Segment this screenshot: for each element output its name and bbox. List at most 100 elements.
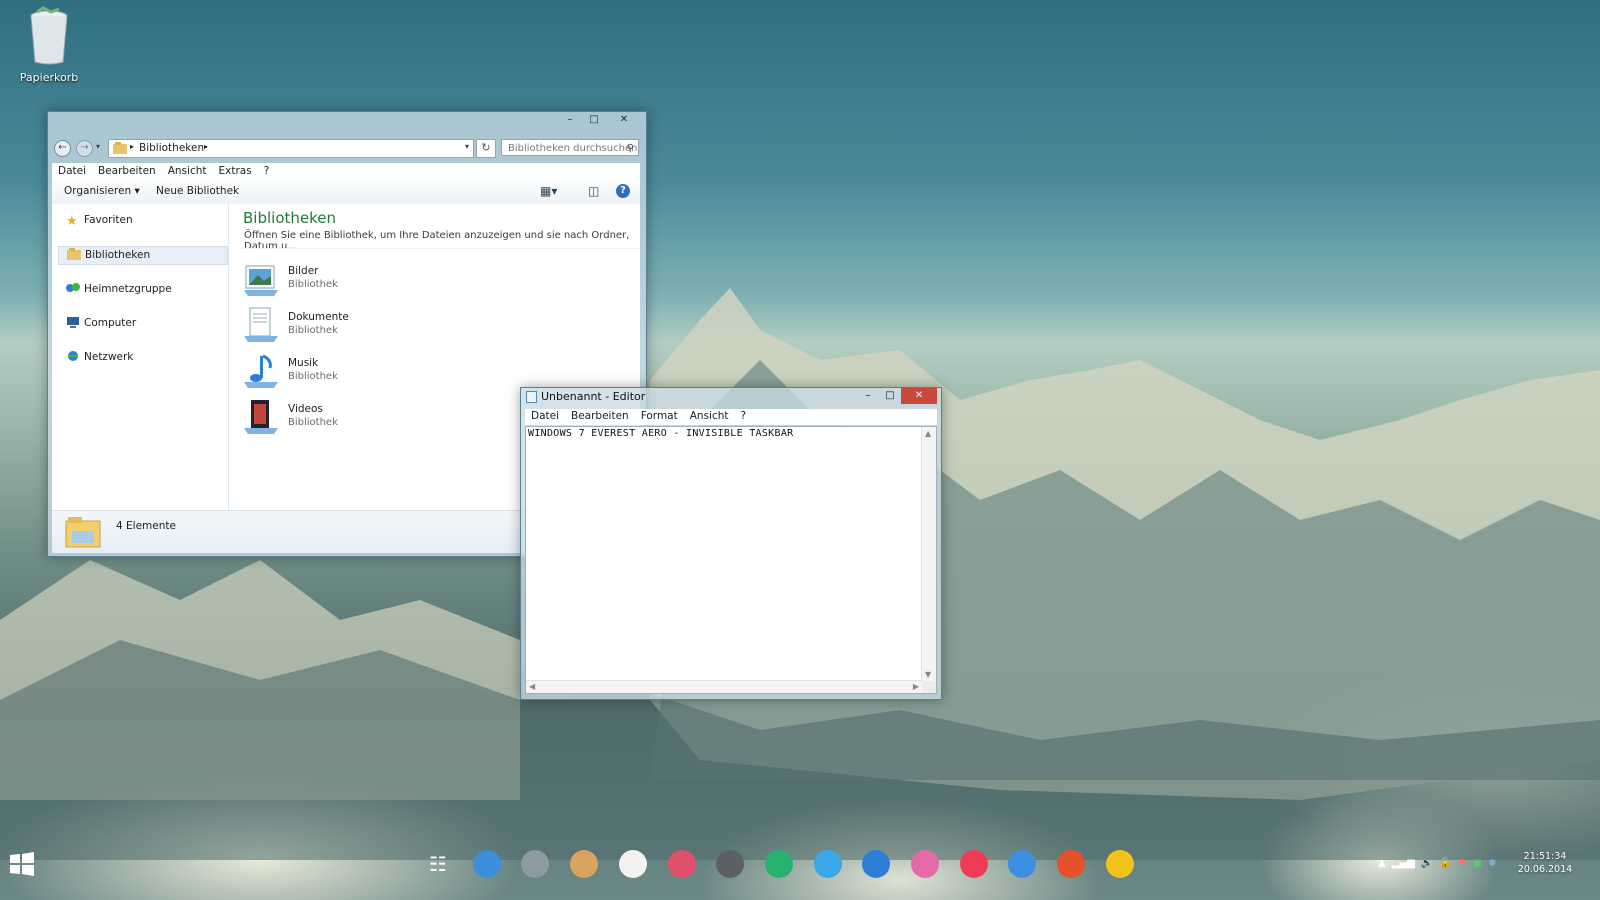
maximize-button[interactable]: □ [879,388,901,404]
divider [240,248,640,249]
clock-date: 20.06.2014 [1517,864,1573,875]
close-button[interactable]: ✕ [901,388,937,404]
menu-datei[interactable]: Datei [52,163,92,180]
flag-icon[interactable]: ⚑ [1458,858,1467,869]
menu-format[interactable]: Format [635,409,684,425]
desktop-recycle-bin[interactable]: Papierkorb [18,6,80,84]
network-icon [68,351,78,361]
lock-icon[interactable]: 🔓 [1439,858,1451,869]
new-library-button[interactable]: Neue Bibliothek [156,185,239,197]
notebook-icon[interactable] [570,850,599,878]
icloud-icon[interactable] [1008,850,1037,878]
library-type: Bibliothek [288,325,338,336]
help-icon[interactable]: ? [616,184,630,198]
clock-time: 21:51:34 [1523,851,1567,862]
signal-icon[interactable]: ▂▄▆ [1392,858,1415,869]
text-editor-area[interactable]: WINDOWS 7 EVEREST AERO - INVISIBLE TASKB… [525,426,937,694]
library-name: Videos [288,403,323,415]
refresh-button[interactable]: ↻ [476,139,496,158]
menu-ansicht[interactable]: Ansicht [162,163,213,180]
horizontal-scrollbar[interactable]: ◀ ▶ [526,680,922,693]
nav-item-heimnetzgruppe[interactable]: Heimnetzgruppe [58,281,226,298]
menu-help[interactable]: ? [735,409,753,425]
maximize-button[interactable]: □ [582,112,606,128]
nav-label: Netzwerk [84,351,134,363]
nav-item-bibliotheken[interactable]: Bibliotheken [58,246,228,265]
volume-icon[interactable]: 🔈 [1421,858,1433,869]
music-library-icon [244,354,278,388]
nav-item-favoriten[interactable]: ★ Favoriten [58,212,226,229]
library-folder-icon [65,517,101,548]
scroll-left-icon[interactable]: ◀ [529,682,535,691]
library-name: Dokumente [288,311,349,323]
library-name: Musik [288,357,319,369]
page-title: Bibliotheken [243,209,336,227]
paint-icon[interactable] [667,850,696,878]
resize-grip-icon[interactable] [922,681,936,693]
color-picker-icon[interactable] [911,850,939,878]
documents-library-icon [244,307,278,342]
library-item-dokumente[interactable]: Dokumente Bibliothek [242,304,442,348]
pictures-library-icon [244,265,278,296]
launchpad-grid-icon[interactable]: ☷ [424,850,452,878]
organize-button[interactable]: Organisieren ▾ [64,185,140,197]
preview-pane-icon[interactable]: ◫ [588,184,599,198]
recent-pages-dropdown-icon[interactable]: ▾ [96,142,100,151]
menu-bearbeiten[interactable]: Bearbeiten [92,163,162,180]
messages-icon[interactable] [813,850,842,878]
tray-expand-icon[interactable]: ▲ [1378,858,1386,869]
nav-label: Computer [84,317,137,329]
library-folder-icon [113,142,127,154]
nav-item-computer[interactable]: Computer [58,315,226,332]
scroll-right-icon[interactable]: ▶ [913,682,919,691]
window-title: Unbenannt - Editor [541,390,646,403]
itunes-icon[interactable] [959,850,988,878]
menu-datei[interactable]: Datei [525,409,565,425]
library-name: Bilder [288,265,319,277]
office-icon[interactable] [1057,850,1086,878]
app-tray-icon[interactable]: ▣ [1473,858,1482,869]
vertical-scrollbar[interactable]: ▲ ▼ [921,427,936,681]
sync-tray-icon[interactable]: ❄ [1488,858,1496,869]
library-type: Bibliothek [288,279,338,290]
address-dropdown-icon[interactable]: ▾ [465,142,469,151]
documents-icon[interactable] [618,850,647,878]
view-options-icon[interactable]: ▦▾ [540,184,557,198]
library-item-videos[interactable]: Videos Bibliothek [242,396,442,440]
forward-button[interactable]: → [76,140,93,157]
chrome-icon[interactable] [1105,850,1134,878]
explorer-menubar: Datei Bearbeiten Ansicht Extras ? [52,163,640,181]
library-item-musik[interactable]: Musik Bibliothek [242,350,442,394]
windows-start-icon[interactable] [10,852,34,876]
minimize-button[interactable]: – [558,112,582,128]
nav-item-netzwerk[interactable]: Netzwerk [58,349,226,366]
library-folder-icon [67,248,81,260]
videos-library-icon [244,400,278,434]
back-button[interactable]: ← [54,140,71,157]
clock[interactable]: 21:51:34 20.06.2014 [1508,850,1582,876]
scroll-down-icon[interactable]: ▼ [925,670,931,679]
rocket-launcher-icon[interactable] [521,850,550,878]
notepad-window: Unbenannt - Editor – □ ✕ Datei Bearbeite… [520,387,942,700]
library-type: Bibliothek [288,371,338,382]
minimize-button[interactable]: – [857,388,879,404]
info-icon[interactable] [862,850,891,878]
close-button[interactable]: ✕ [606,112,642,128]
computer-icon [67,317,79,328]
menu-extras[interactable]: Extras [213,163,258,180]
system-tray: ▲ ▂▄▆ 🔈 🔓 ⚑ ▣ ❄ [1378,858,1497,869]
system-preferences-icon[interactable] [716,850,745,878]
library-item-bilder[interactable]: Bilder Bibliothek [242,258,442,302]
podcast-icon[interactable] [764,850,793,878]
breadcrumb-chevron-icon[interactable]: ▸ [204,142,208,151]
address-bar[interactable]: ▸ Bibliotheken ▸ ▾ [108,139,474,158]
navigation-pane: ★ Favoriten Bibliotheken Heimnetzgruppe C… [52,204,229,510]
search-input[interactable]: Bibliotheken durchsuchen ⚲ [501,139,639,156]
scroll-up-icon[interactable]: ▲ [925,429,931,438]
breadcrumb[interactable]: Bibliotheken [139,142,204,154]
menu-ansicht[interactable]: Ansicht [684,409,735,425]
search-icon: ⚲ [626,143,634,154]
finder-icon[interactable] [472,850,501,878]
menu-help[interactable]: ? [258,163,276,180]
menu-bearbeiten[interactable]: Bearbeiten [565,409,635,425]
